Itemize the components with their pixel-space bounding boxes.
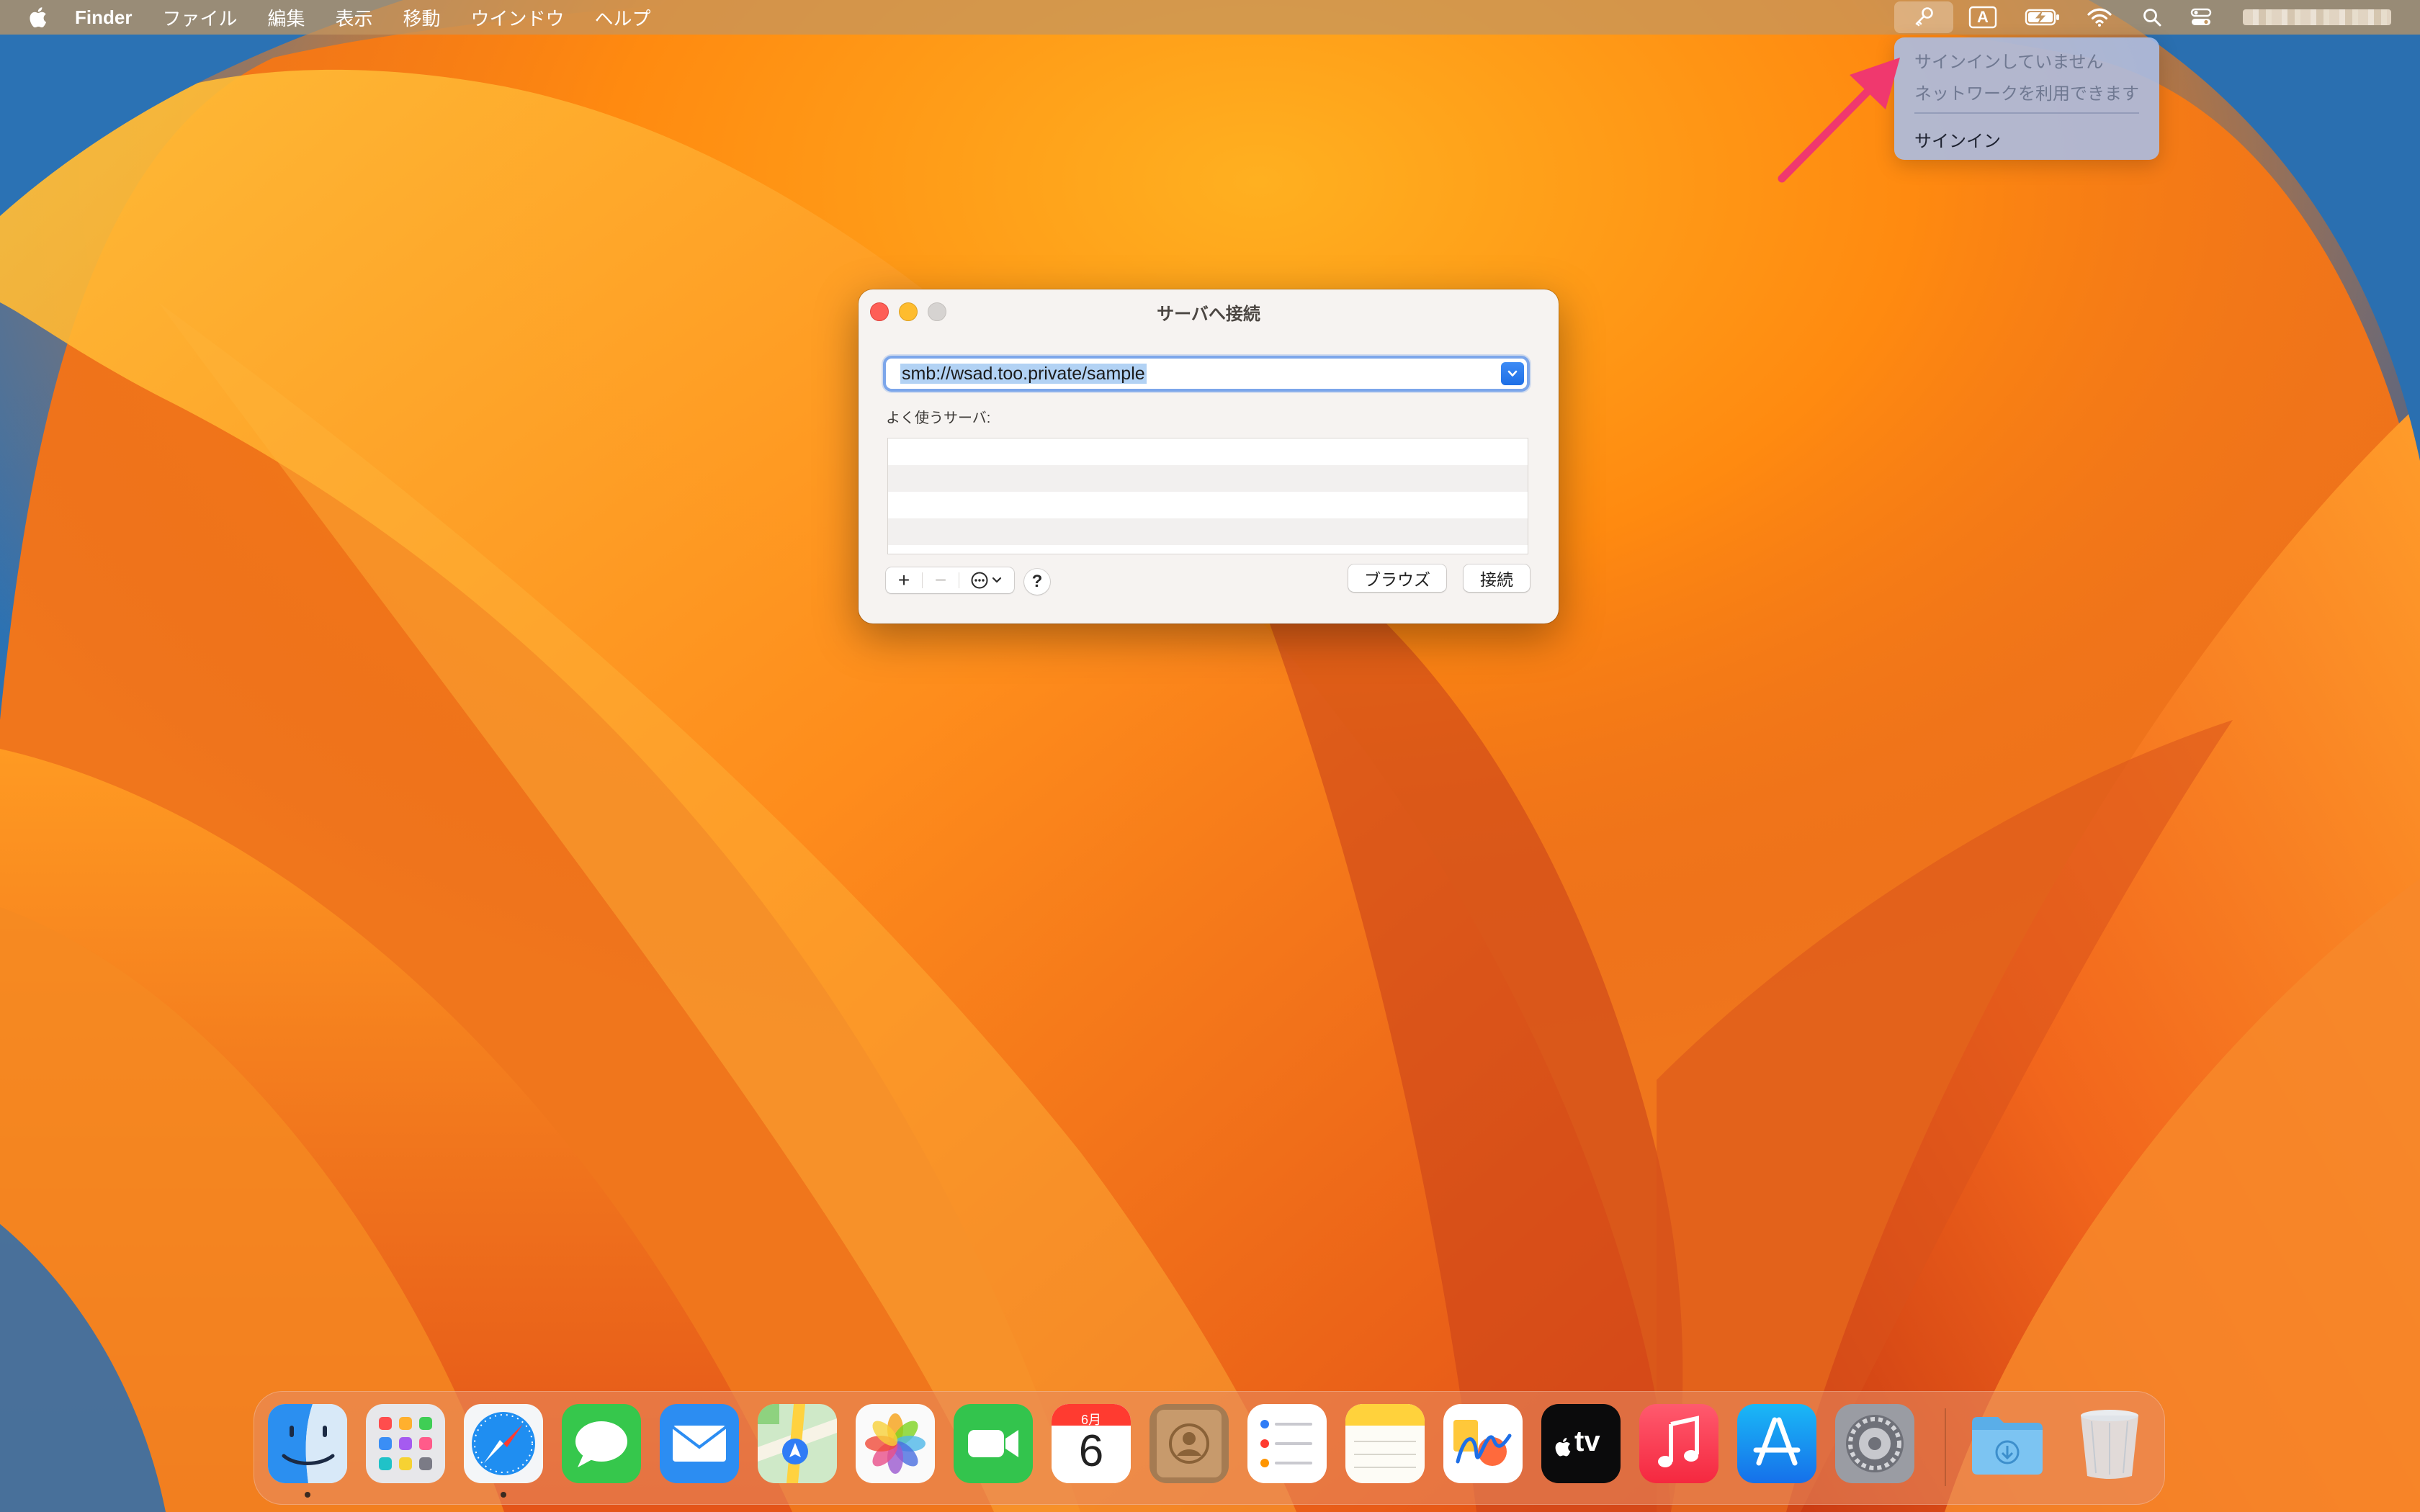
menu-view[interactable]: 表示 [335, 4, 372, 31]
dock-music[interactable] [1639, 1404, 1718, 1483]
dock-tv[interactable]: tv [1541, 1404, 1621, 1483]
obscured-clock-text [2243, 9, 2391, 25]
input-source-letter: A [1977, 8, 1989, 26]
safari-icon [464, 1404, 543, 1483]
desktop-wallpaper [0, 0, 2420, 1512]
running-indicator [501, 1492, 506, 1498]
messages-icon [562, 1404, 641, 1483]
dock-reminders[interactable] [1247, 1404, 1327, 1483]
maps-icon [758, 1404, 837, 1483]
launchpad-icon [366, 1404, 445, 1483]
menu-separator [1914, 112, 2139, 114]
server-address-value[interactable]: smb://wsad.too.private/sample [900, 364, 1147, 384]
dock-trash[interactable] [2070, 1404, 2149, 1483]
dock-facetime[interactable] [954, 1404, 1033, 1483]
reminders-icon [1247, 1404, 1327, 1483]
dock-downloads-folder[interactable] [1968, 1404, 2047, 1483]
menu-help[interactable]: ヘルプ [595, 4, 651, 31]
menu-edit[interactable]: 編集 [267, 4, 305, 31]
dock-mail[interactable] [660, 1404, 739, 1483]
input-source-item[interactable]: A [1965, 0, 2001, 35]
menu-go[interactable]: 移動 [403, 4, 441, 31]
clock-obscured[interactable] [2236, 0, 2398, 35]
menu-file[interactable]: ファイル [162, 4, 237, 31]
dock-launchpad[interactable] [366, 1404, 445, 1483]
keychain-dropdown-menu: サインインしていません ネットワークを利用できます サインイン [1894, 37, 2159, 160]
facetime-icon [954, 1404, 1033, 1483]
battery-status-item[interactable] [2021, 0, 2064, 35]
action-menu-button[interactable] [959, 567, 1013, 593]
app-store-icon [1737, 1404, 1816, 1483]
photos-icon [856, 1404, 935, 1483]
dock-finder[interactable] [268, 1404, 347, 1483]
downloads-folder-icon [1972, 1417, 2043, 1475]
dock: 6月 6 tv [254, 1391, 2165, 1505]
notes-icon [1345, 1404, 1425, 1483]
dock-app-store[interactable] [1737, 1404, 1816, 1483]
favorites-segmented-control: + − [886, 567, 1014, 593]
spotlight-icon [2143, 9, 2161, 27]
dock-photos[interactable] [856, 1404, 935, 1483]
contacts-icon [1150, 1404, 1229, 1483]
connect-to-server-dialog: サーバへ接続 smb://wsad.too.private/sample よく使… [859, 289, 1559, 624]
favorite-servers-list[interactable] [887, 438, 1528, 554]
dock-system-settings[interactable] [1835, 1404, 1914, 1483]
browse-button[interactable]: ブラウズ [1348, 564, 1446, 592]
list-row [888, 518, 1528, 545]
help-button[interactable]: ? [1024, 569, 1050, 595]
add-favorite-button[interactable]: + [886, 567, 922, 593]
menu-status-not-signed-in: サインインしていません [1914, 53, 2104, 72]
annotation-arrow [1778, 58, 1900, 183]
dialog-title: サーバへ接続 [1157, 305, 1260, 324]
trash-icon [2081, 1410, 2138, 1479]
chevron-down-icon [1507, 370, 1518, 377]
dock-safari[interactable] [464, 1404, 543, 1483]
ellipsis-circle-icon [971, 572, 988, 589]
control-center-icon [2190, 8, 2212, 25]
dialog-titlebar[interactable]: サーバへ接続 [859, 289, 1559, 330]
wifi-status-item[interactable] [2081, 0, 2118, 35]
dock-freeform[interactable] [1443, 1404, 1523, 1483]
calendar-day: 6 [1078, 1426, 1104, 1476]
list-row [888, 438, 1528, 465]
menu-window[interactable]: ウインドウ [471, 4, 565, 31]
mail-icon [660, 1404, 739, 1483]
system-settings-icon [1835, 1404, 1914, 1483]
list-row [888, 492, 1528, 518]
keychain-icon [1915, 7, 1933, 27]
control-center-status-item[interactable] [2185, 0, 2217, 35]
dock-calendar[interactable]: 6月 6 [1052, 1404, 1131, 1483]
dock-maps[interactable] [758, 1404, 837, 1483]
dock-messages[interactable] [562, 1404, 641, 1483]
favorite-servers-label: よく使うサーバ: [886, 410, 991, 426]
wifi-icon [2087, 8, 2112, 27]
menu-item-sign-in[interactable]: サインイン [1914, 127, 2001, 152]
remove-favorite-button[interactable]: − [923, 567, 959, 593]
dock-separator [1945, 1408, 1946, 1486]
tv-label: tv [1574, 1426, 1600, 1457]
menu-app-finder[interactable]: Finder [75, 6, 132, 29]
running-indicator [305, 1492, 310, 1498]
menu-status-network-available: ネットワークを利用できます [1914, 84, 2139, 104]
dock-notes[interactable] [1345, 1404, 1425, 1483]
server-address-field[interactable]: smb://wsad.too.private/sample [886, 359, 1527, 389]
music-icon [1639, 1404, 1718, 1483]
freeform-icon [1443, 1404, 1523, 1483]
finder-icon [268, 1404, 347, 1483]
server-history-dropdown-button[interactable] [1501, 362, 1524, 385]
dock-contacts[interactable] [1150, 1404, 1229, 1483]
spotlight-status-item[interactable] [2136, 0, 2168, 35]
list-row [888, 465, 1528, 492]
connect-button[interactable]: 接続 [1464, 564, 1530, 592]
battery-charging-icon [2025, 9, 2059, 26]
keychain-status-item[interactable] [1894, 1, 1953, 33]
apple-logo-icon[interactable] [26, 5, 48, 30]
chevron-down-icon [992, 577, 1002, 583]
